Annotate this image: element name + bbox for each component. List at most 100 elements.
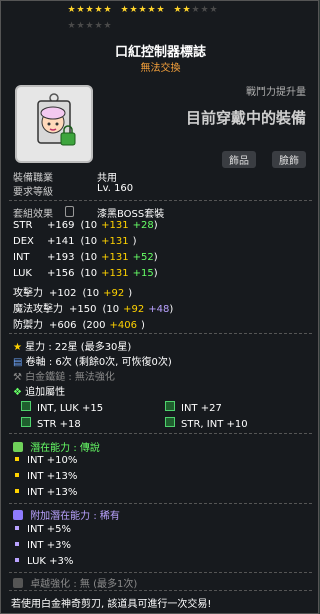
star-icon: ★ — [156, 5, 165, 15]
job-value: 共用 — [97, 173, 117, 184]
stat-name: DEX — [13, 236, 34, 247]
bullet-icon — [15, 542, 19, 546]
stat-total: +102 — [49, 288, 77, 299]
stat-bonus: +131 — [101, 252, 129, 263]
star-row-2: ★ ★ ★ ★ ★ — [67, 21, 120, 31]
scroll-line: ▤ 卷軸 : 6次 (剩餘0次, 可恢復0次) — [13, 353, 172, 368]
stat-base: (10 — [80, 220, 98, 231]
stat-bonus: +92 — [123, 304, 145, 315]
scroll-label: 卷軸 — [25, 357, 46, 368]
transcend-line: 卓越強化 : 無 (最多1次) — [13, 575, 137, 590]
stat-name: 攻擊力 — [13, 288, 43, 299]
set-lock-icon — [65, 206, 74, 217]
star-group: ★ ★ ★ ★ ★ — [67, 21, 112, 31]
stat-name: 防禦力 — [13, 320, 43, 331]
star-icon: ★ — [67, 21, 76, 31]
item-name: 口紅控制器標誌 — [114, 45, 206, 60]
flame-icon — [165, 417, 175, 427]
stat-close: ) — [132, 236, 137, 247]
star-icon: ★ — [76, 21, 85, 31]
star-icon: ★ — [182, 5, 191, 15]
star-icon: ★ — [85, 21, 94, 31]
star-row-1: ★ ★ ★ ★ ★ ★ ★ ★ ★ ★ ★ ★ ★ ★ ★ — [67, 5, 226, 15]
level-value: Lv. 160 — [97, 183, 134, 194]
star-icon: ★ — [120, 5, 129, 15]
item-icon-box — [15, 85, 93, 163]
set-effect-value: 漆黑BOSS套裝 — [97, 209, 165, 220]
star-icon: ★ — [76, 5, 85, 15]
category-pill-2: 臉飾 — [272, 151, 306, 168]
stat-total: +150 — [69, 304, 97, 315]
transcend-value: : 無 (最多1次) — [73, 579, 138, 590]
star-icon: ★ — [129, 5, 138, 15]
hammer-icon: ⚒ — [13, 372, 22, 383]
bullet-icon — [15, 473, 19, 477]
bullet-icon — [15, 457, 19, 461]
divider — [9, 590, 312, 592]
star-icon: ★ — [85, 5, 94, 15]
platinum-line: ⚒ 白金鐵鎚 : 無法強化 — [13, 368, 115, 383]
stat-name: INT — [13, 252, 30, 263]
stat-total: +141 — [47, 236, 75, 247]
star-group: ★ ★ ★ ★ ★ — [173, 5, 218, 15]
additional-item: STR +18 — [21, 417, 81, 430]
stat-total: +156 — [47, 268, 75, 279]
bonus-potential-label: 附加潛在能力 — [30, 511, 91, 522]
set-effect-label: 套組效果 — [13, 209, 53, 220]
stat-base: (10 — [80, 236, 98, 247]
star-icon: ★ — [200, 5, 209, 15]
additional-header: ❖ 追加屬性 — [13, 383, 65, 398]
bonus-potential-header: 附加潛在能力 : 稀有 — [13, 507, 120, 522]
bullet-icon — [15, 489, 19, 493]
star-icon: ★ — [209, 5, 218, 15]
star-icon: ★ — [103, 5, 112, 15]
potential-label: 潛在能力 — [30, 443, 71, 454]
stat-extra: +28 — [132, 220, 154, 231]
stat-base: (10 — [80, 268, 98, 279]
leaf-icon: ❖ — [13, 387, 22, 398]
stat-bonus: +131 — [101, 268, 129, 279]
scroll-value: : 6次 (剩餘0次, 可恢復0次) — [48, 357, 172, 368]
stat-bonus: +131 — [101, 220, 129, 231]
category-pill-1: 飾品 — [222, 151, 256, 168]
star-icon: ★ — [67, 5, 76, 15]
star-icon: ★ — [94, 21, 103, 31]
stat-base: (10 — [102, 304, 120, 315]
stat-name: 魔法攻擊力 — [13, 304, 63, 315]
stat-close: ) — [153, 268, 158, 279]
stat-total: +193 — [47, 252, 75, 263]
divider — [9, 433, 312, 435]
stat-line: 攻擊力 +102 (10 +92) — [13, 284, 132, 299]
stat-close: ) — [128, 288, 133, 299]
stat-line: INT +193 (10 +131 +52) — [13, 252, 158, 263]
divider — [9, 503, 312, 505]
transcend-label: 卓越強化 — [30, 579, 71, 590]
divider — [9, 572, 312, 574]
additional-item: INT, LUK +15 — [21, 401, 103, 414]
stat-name: LUK — [13, 268, 32, 279]
potential-line: INT +13% — [15, 471, 77, 482]
scroll-icon: ▤ — [13, 357, 23, 368]
platinum-label: 白金鐵鎚 — [25, 372, 66, 383]
stat-name: STR — [13, 220, 33, 231]
divider — [9, 200, 312, 202]
rare-badge-icon — [13, 510, 23, 520]
star-icon: ★ — [138, 5, 147, 15]
potential-grade: : 傳說 — [73, 443, 100, 454]
job-label: 裝備職業 — [13, 173, 53, 184]
stat-line: 防禦力 +606 (200 +406) — [13, 316, 145, 331]
flame-icon — [165, 401, 175, 411]
divider — [9, 333, 312, 335]
stat-line: LUK +156 (10 +131 +15) — [13, 268, 158, 279]
starforce-label: 星力 — [25, 342, 46, 353]
legendary-badge-icon — [13, 442, 23, 452]
stat-base: (10 — [82, 288, 100, 299]
potential-line: INT +13% — [15, 487, 77, 498]
stat-close: ) — [169, 304, 174, 315]
starforce-icon: ★ — [13, 342, 22, 353]
platinum-value: : 無法強化 — [68, 372, 115, 383]
combat-power-label: 戰鬥力提升量 — [246, 87, 306, 98]
item-tooltip: ★ ★ ★ ★ ★ ★ ★ ★ ★ ★ ★ ★ ★ ★ ★ ★ ★ ★ ★ ★ 口紅控制器標誌 無法交換 戰鬥力提升… — [0, 0, 319, 614]
footer-note: 若使用白金神奇剪刀, 該道具可進行一次交易! — [11, 599, 212, 610]
stat-close: ) — [153, 252, 158, 263]
